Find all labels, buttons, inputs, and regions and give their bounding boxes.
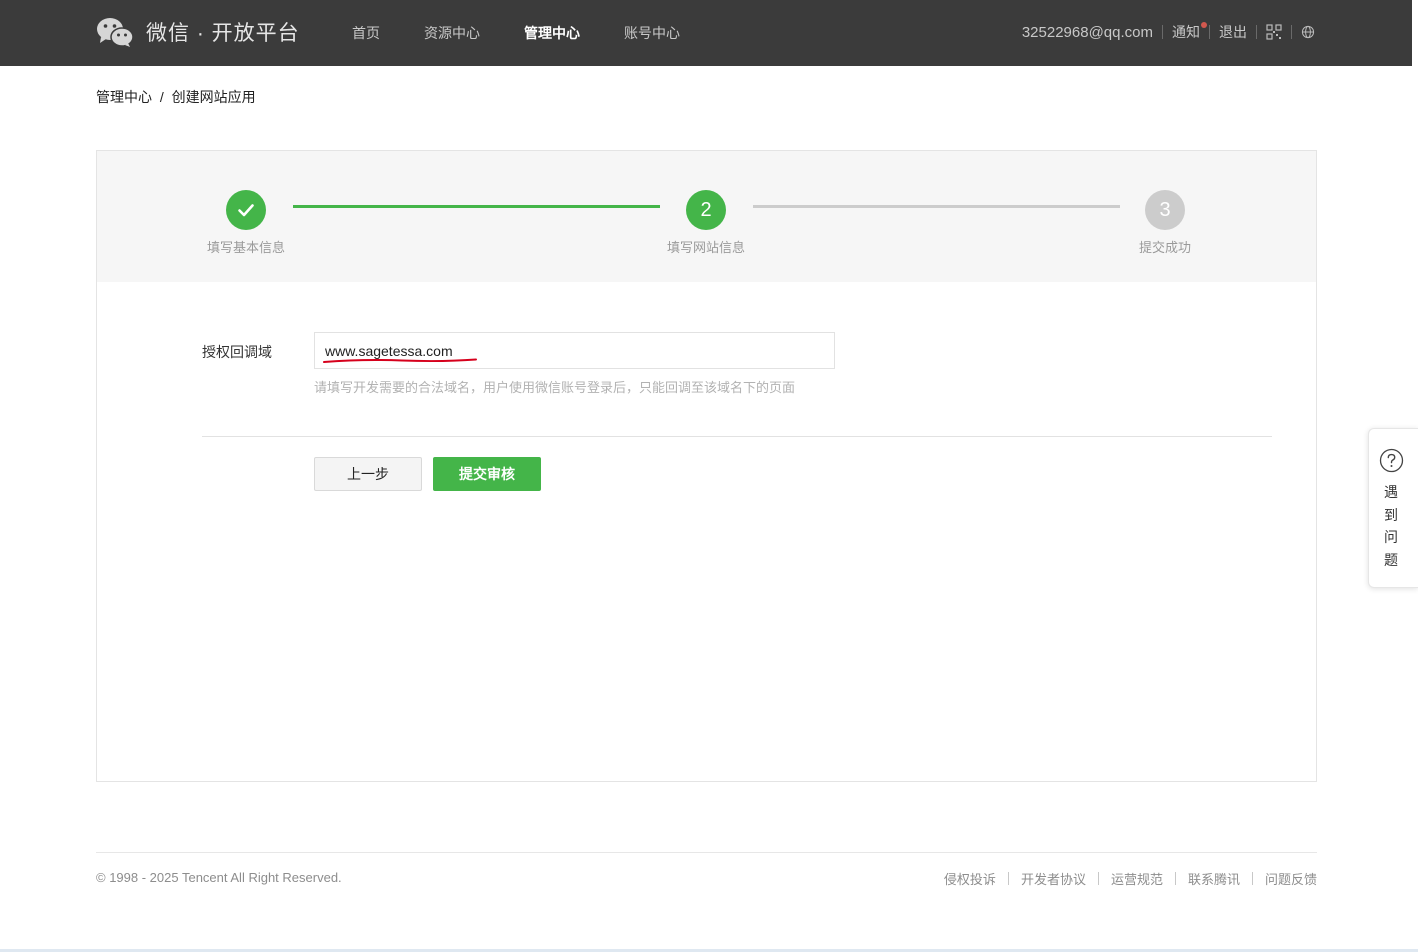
breadcrumb-separator: /	[159, 89, 164, 105]
callback-domain-label: 授权回调域	[202, 344, 272, 360]
callback-domain-input[interactable]	[314, 332, 835, 369]
breadcrumb: 管理中心 / 创建网站应用	[96, 87, 256, 107]
progress-steps: 2 3 填写基本信息 填写网站信息 提交成功	[97, 151, 1316, 282]
breadcrumb-current: 创建网站应用	[171, 89, 256, 105]
form-divider	[202, 436, 1272, 437]
notice-link[interactable]: 通知	[1172, 22, 1207, 42]
globe-icon[interactable]	[1301, 25, 1315, 39]
divider	[1291, 25, 1292, 39]
question-icon	[1379, 448, 1404, 473]
copyright: © 1998 - 2025 Tencent All Right Reserved…	[96, 870, 342, 885]
account-bar: 32522968@qq.com 通知 退出	[1022, 22, 1315, 42]
account-email[interactable]: 32522968@qq.com	[1022, 24, 1153, 41]
brand-title: 微信 · 开放平台	[146, 22, 300, 45]
wechat-icon	[97, 18, 134, 47]
step-2-label: 填写网站信息	[666, 240, 746, 255]
help-float-button[interactable]: 遇到问题	[1368, 428, 1418, 588]
nav-home[interactable]: 首页	[352, 23, 380, 43]
footer-link-operation-rules[interactable]: 运营规范	[1111, 869, 1163, 888]
footer-divider	[96, 852, 1317, 853]
wechat-logo[interactable]: 微信 · 开放平台	[96, 16, 300, 48]
qrcode-icon[interactable]	[1266, 24, 1282, 40]
divider	[1251, 872, 1253, 885]
main-nav: 首页 资源中心 管理中心 账号中心	[352, 0, 724, 66]
divider	[1162, 25, 1163, 39]
footer-links: 侵权投诉 开发者协议 运营规范 联系腾讯 问题反馈	[944, 869, 1317, 888]
nav-management[interactable]: 管理中心	[524, 23, 580, 43]
footer-link-contact-tencent[interactable]: 联系腾讯	[1188, 869, 1240, 888]
previous-step-button[interactable]: 上一步	[314, 457, 422, 491]
divider	[1097, 872, 1099, 885]
nav-account[interactable]: 账号中心	[624, 23, 680, 43]
top-header: 微信 · 开放平台 首页 资源中心 管理中心 账号中心 32522968@qq.…	[0, 0, 1412, 66]
step-connector-1	[293, 205, 660, 208]
step-3-circle: 3	[1145, 190, 1185, 230]
notice-dot-icon	[1201, 22, 1207, 28]
create-app-panel: 2 3 填写基本信息 填写网站信息 提交成功 授权回调域 请填写开发需要的合法域…	[96, 150, 1317, 782]
logout-link[interactable]: 退出	[1219, 22, 1247, 42]
nav-resources[interactable]: 资源中心	[424, 23, 480, 43]
step-2-circle: 2	[686, 190, 726, 230]
divider	[1256, 25, 1257, 39]
step-1-label: 填写基本信息	[206, 240, 286, 255]
help-label: 遇到问题	[1384, 484, 1398, 568]
callback-domain-hint: 请填写开发需要的合法域名，用户使用微信账号登录后，只能回调至该域名下的页面	[314, 380, 796, 395]
step-1-done-icon	[226, 190, 266, 230]
footer-link-infringement[interactable]: 侵权投诉	[944, 869, 996, 888]
divider	[1007, 872, 1009, 885]
divider	[1209, 25, 1210, 39]
check-icon	[238, 204, 254, 217]
footer-link-developer-agreement[interactable]: 开发者协议	[1021, 869, 1086, 888]
breadcrumb-parent[interactable]: 管理中心	[96, 89, 152, 105]
submit-review-button[interactable]: 提交审核	[433, 457, 541, 491]
notice-label: 通知	[1172, 24, 1200, 40]
step-connector-2	[753, 205, 1120, 208]
step-3-label: 提交成功	[1138, 240, 1192, 255]
footer-link-feedback[interactable]: 问题反馈	[1265, 869, 1317, 888]
divider	[1174, 872, 1176, 885]
